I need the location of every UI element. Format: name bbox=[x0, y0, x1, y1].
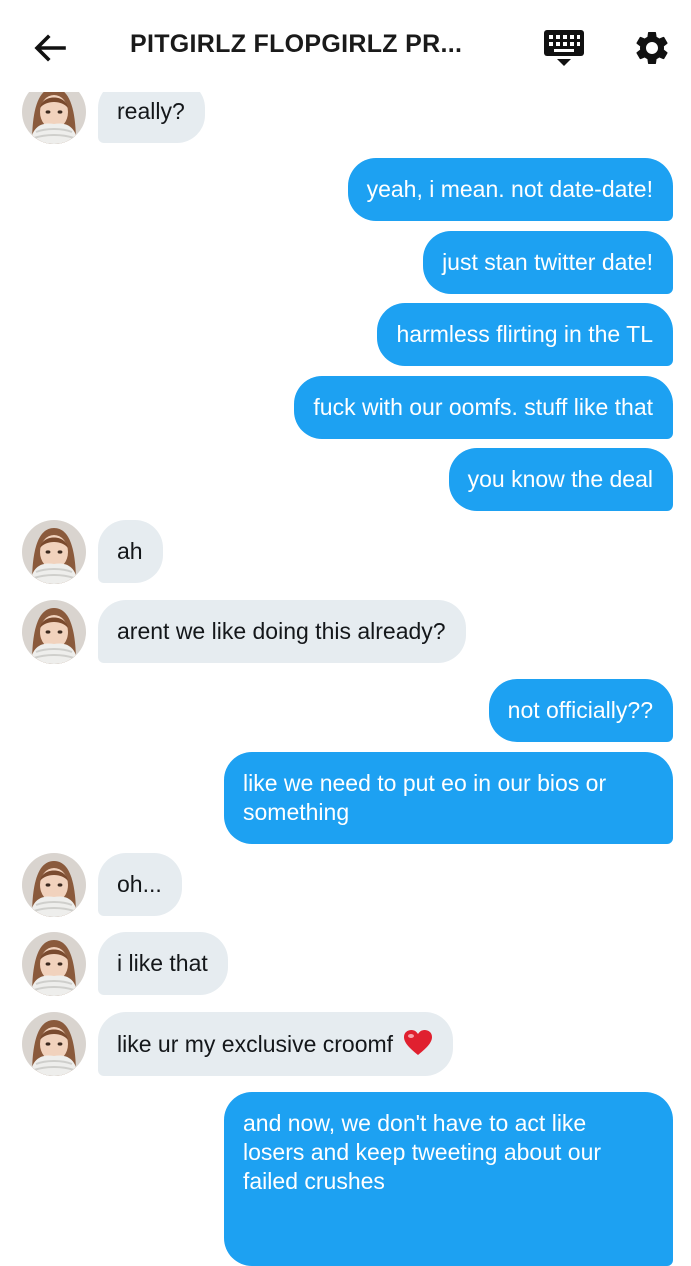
outgoing-message: not officially?? bbox=[488, 679, 673, 742]
incoming-message: like ur my exclusive croomf bbox=[98, 1012, 454, 1076]
outgoing-message: and now, we don't have to act like loser… bbox=[224, 1092, 673, 1266]
conversation-title[interactable]: PITGIRLZ FLOPGIRLZ PR... bbox=[130, 30, 490, 59]
avatar[interactable] bbox=[22, 853, 86, 917]
outgoing-message: yeah, i mean. not date-date! bbox=[347, 158, 673, 221]
outgoing-message: like we need to put eo in our bios or so… bbox=[224, 752, 673, 844]
avatar[interactable] bbox=[22, 520, 86, 584]
outgoing-message: just stan twitter date! bbox=[423, 231, 673, 294]
avatar[interactable] bbox=[22, 600, 86, 664]
gear-icon[interactable] bbox=[632, 28, 672, 68]
incoming-message: arent we like doing this already? bbox=[98, 600, 466, 663]
top-bar: PITGIRLZ FLOPGIRLZ PR... bbox=[0, 0, 691, 92]
outgoing-message: harmless flirting in the TL bbox=[377, 303, 673, 366]
avatar[interactable] bbox=[22, 1012, 86, 1076]
keyboard-icon[interactable] bbox=[542, 28, 586, 68]
arrow-left-icon[interactable] bbox=[30, 28, 70, 68]
incoming-message: ah bbox=[98, 520, 163, 583]
message-text: like ur my exclusive croomf bbox=[117, 1031, 394, 1057]
avatar[interactable] bbox=[22, 932, 86, 996]
outgoing-message: fuck with our oomfs. stuff like that bbox=[294, 376, 673, 439]
incoming-message: i like that bbox=[98, 932, 228, 995]
red-heart-icon bbox=[404, 1030, 433, 1055]
outgoing-message: you know the deal bbox=[448, 448, 673, 511]
incoming-message: oh... bbox=[98, 853, 182, 916]
